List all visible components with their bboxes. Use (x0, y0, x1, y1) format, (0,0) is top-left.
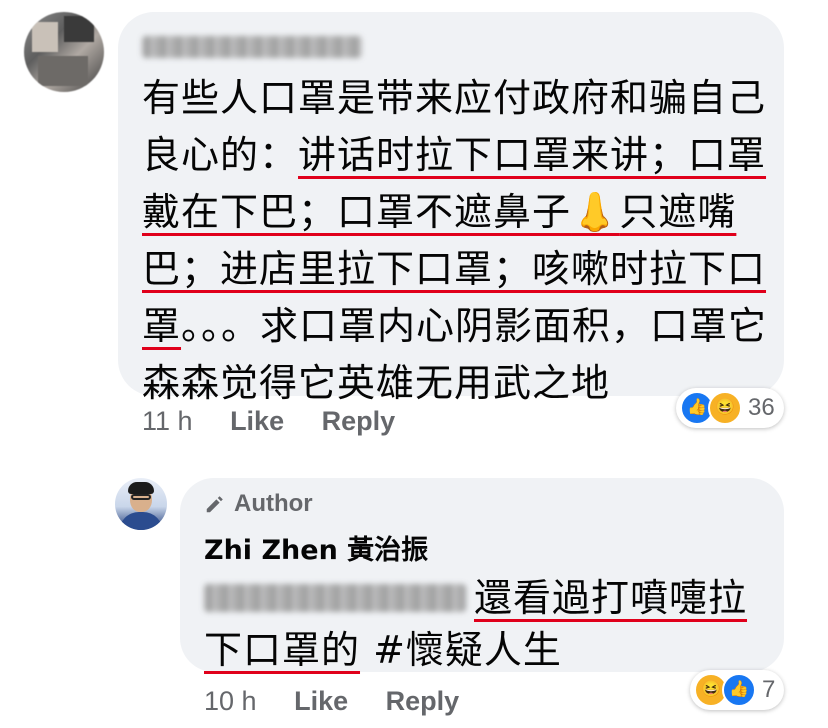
reply-reaction-count: 7 (762, 676, 776, 703)
author-badge: Author (204, 490, 313, 518)
commenter-name-redacted (142, 36, 362, 58)
reply-author-name[interactable]: Zhi Zhen 黃治振 (204, 528, 428, 567)
reply-reaction-summary[interactable]: 😆 👍 7 (690, 670, 784, 710)
like-button[interactable]: Like (230, 406, 284, 436)
like-icon: 👍 (722, 673, 756, 707)
reply-hashtag[interactable]: #懷疑人生 (360, 628, 562, 672)
reaction-count: 36 (748, 394, 775, 421)
reply-reply-button[interactable]: Reply (386, 686, 460, 716)
haha-icon: 😆 (708, 391, 742, 425)
author-badge-label: Author (234, 490, 313, 517)
reply-actions: 10 h Like Reply (204, 686, 459, 717)
author-avatar[interactable] (115, 478, 167, 530)
reply-time[interactable]: 10 h (204, 686, 257, 716)
reply-body: 還看過打噴嚏拉下口罩的 #懷疑人生 (204, 572, 774, 676)
comment-body: 有些人口罩是带来应付政府和骗自己良心的：讲话时拉下口罩来讲；口罩戴在下巴；口罩不… (142, 70, 772, 412)
reply-button[interactable]: Reply (322, 406, 396, 436)
comment-time[interactable]: 11 h (142, 406, 193, 436)
comment-actions: 11 h Like Reply (142, 406, 395, 437)
nose-emoji: 👃 (571, 190, 620, 234)
commenter-avatar[interactable] (24, 12, 104, 92)
reply-like-button[interactable]: Like (294, 686, 348, 716)
reaction-summary[interactable]: 👍 😆 36 (676, 388, 784, 428)
pencil-icon (206, 496, 223, 513)
comment-text-plain-2: 。。。求口罩内心阴影面积，口罩它森森觉得它英雄无用武之地 (142, 304, 768, 405)
